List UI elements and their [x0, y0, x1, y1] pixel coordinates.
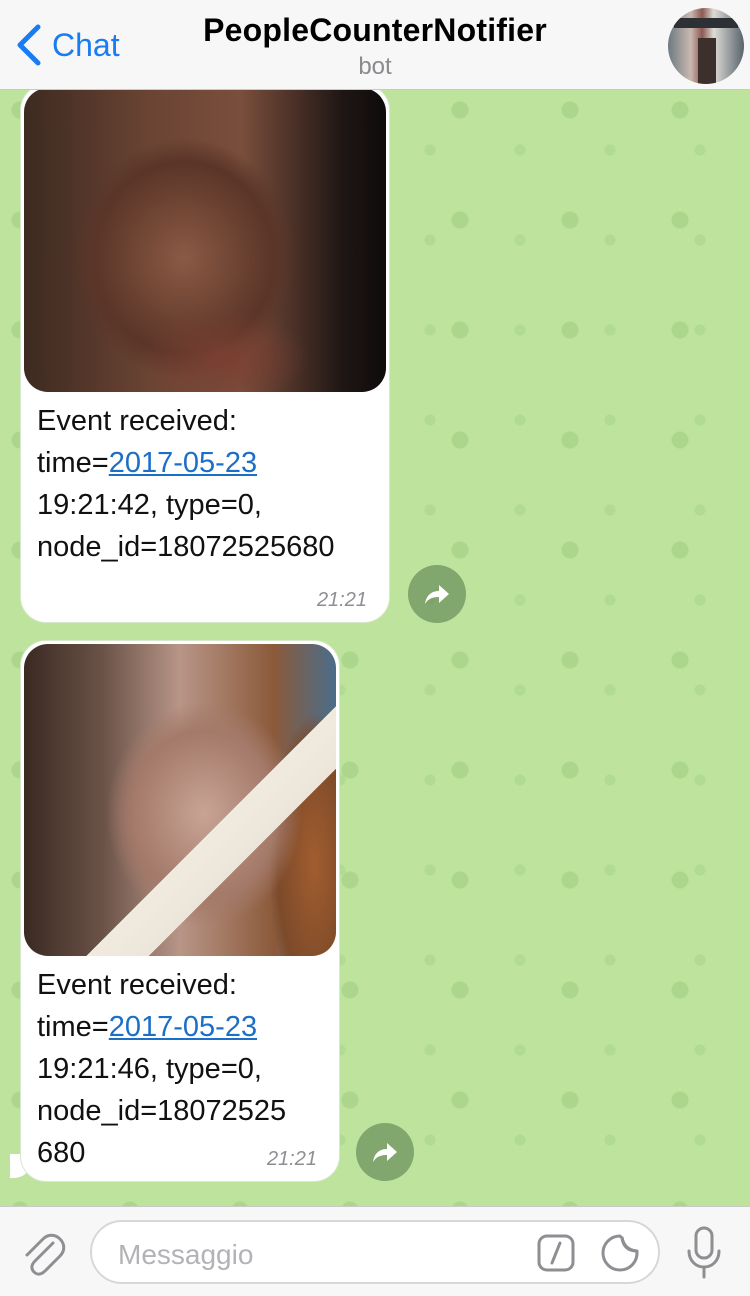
chat-subtitle: bot	[358, 53, 392, 80]
message-photo[interactable]	[24, 644, 336, 956]
message-text: Event received: time=2017-05-23 19:21:42…	[37, 405, 335, 563]
message-timestamp: 21:21	[316, 589, 367, 611]
chat-title-area[interactable]: PeopleCounterNotifier bot	[150, 12, 600, 81]
message-photo[interactable]	[24, 90, 386, 392]
message-bubble[interactable]: Event received: time=2017-05-23 19:21:42…	[20, 90, 390, 623]
message-input[interactable]: Messaggio	[90, 1220, 660, 1284]
share-button[interactable]	[356, 1123, 414, 1181]
navigation-bar: Chat PeopleCounterNotifier bot	[0, 0, 750, 90]
slash-command-icon[interactable]	[537, 1234, 575, 1272]
avatar[interactable]	[668, 8, 744, 84]
share-icon	[425, 585, 449, 604]
message-input-bar: Messaggio	[0, 1206, 750, 1296]
chevron-left-icon	[17, 24, 41, 66]
share-icon	[373, 1143, 397, 1162]
microphone-icon[interactable]	[684, 1225, 724, 1281]
back-button[interactable]: Chat	[14, 22, 120, 68]
paperclip-icon[interactable]	[20, 1229, 66, 1277]
chat-title: PeopleCounterNotifier	[203, 12, 547, 48]
date-link[interactable]: 2017-05-23	[109, 1011, 257, 1043]
message-bubble[interactable]: Event received: time=2017-05-23 19:21:46…	[20, 640, 340, 1182]
message-text: Event received: time=2017-05-23 19:21:46…	[37, 969, 287, 1169]
message-placeholder: Messaggio	[118, 1239, 254, 1270]
back-label[interactable]: Chat	[52, 27, 120, 64]
sticker-icon[interactable]	[600, 1233, 640, 1273]
chat-area[interactable]: Event received: time=2017-05-23 19:21:42…	[0, 90, 750, 1206]
message-timestamp: 21:21	[266, 1148, 317, 1170]
date-link[interactable]: 2017-05-23	[109, 447, 257, 479]
share-button[interactable]	[408, 565, 466, 623]
